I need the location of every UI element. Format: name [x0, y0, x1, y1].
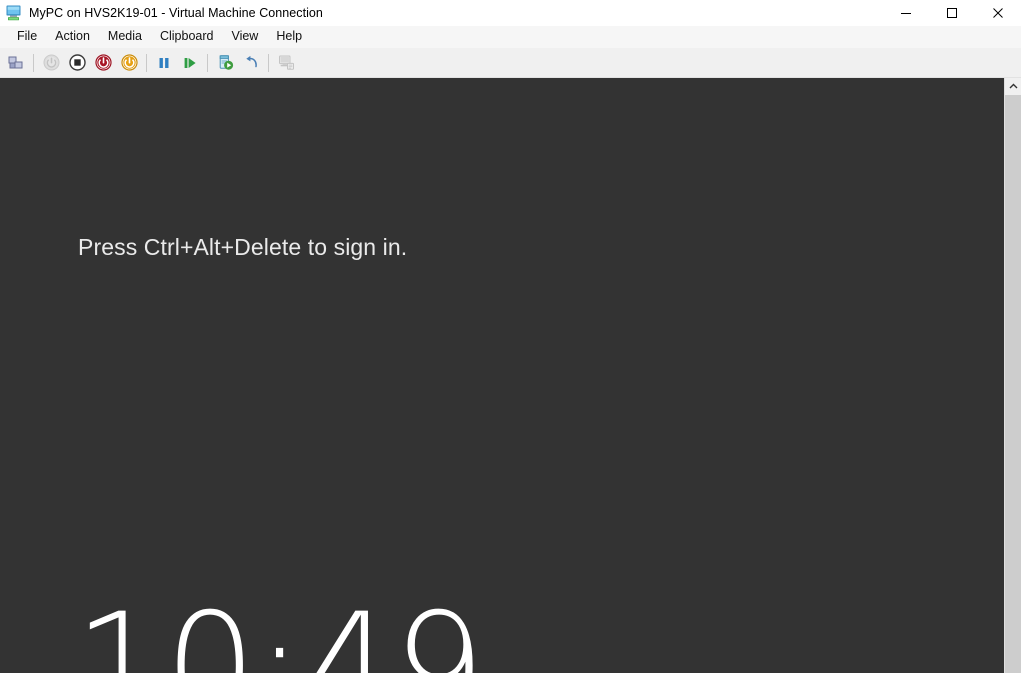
resume-button[interactable]: [178, 51, 202, 75]
maximize-button[interactable]: [929, 0, 975, 26]
menu-file[interactable]: File: [8, 28, 46, 46]
minimize-button[interactable]: [883, 0, 929, 26]
menu-action[interactable]: Action: [46, 28, 99, 46]
shutdown-icon: [43, 54, 60, 71]
pause-button[interactable]: [152, 51, 176, 75]
lock-screen-clock: 10:49: [74, 582, 485, 673]
scrollbar-thumb[interactable]: [1005, 95, 1021, 673]
toolbar-separator: [207, 53, 208, 72]
turn-off-button[interactable]: [65, 51, 89, 75]
toolbar-separator: [146, 53, 147, 72]
menu-media[interactable]: Media: [99, 28, 151, 46]
vertical-scrollbar[interactable]: [1004, 78, 1021, 673]
menu-clipboard[interactable]: Clipboard: [151, 28, 223, 46]
resume-icon: [182, 55, 198, 71]
virtual-machine-monitor-icon: [5, 4, 23, 22]
reset-icon: [94, 54, 112, 71]
menu-view[interactable]: View: [222, 28, 267, 46]
checkpoint-icon: [217, 54, 234, 71]
menubar: File Action Media Clipboard View Help: [0, 26, 1021, 48]
toolbar: [0, 48, 1021, 78]
vmconnect-window: MyPC on HVS2K19-01 - Virtual Machine Con…: [0, 0, 1021, 673]
close-button[interactable]: [975, 0, 1021, 26]
pause-icon: [156, 55, 172, 71]
sign-in-prompt: Press Ctrl+Alt+Delete to sign in.: [78, 234, 408, 260]
enhanced-session-icon: [278, 54, 295, 71]
enhanced-session-button[interactable]: [274, 51, 298, 75]
window-title: MyPC on HVS2K19-01 - Virtual Machine Con…: [29, 6, 323, 20]
scroll-up-arrow[interactable]: [1005, 78, 1021, 95]
ctrl-alt-delete-icon: [7, 54, 25, 72]
vm-area: Press Ctrl+Alt+Delete to sign in. 10:49: [0, 78, 1021, 673]
menu-help[interactable]: Help: [267, 28, 311, 46]
scrollbar-track[interactable]: [1005, 95, 1021, 673]
start-icon: [120, 54, 138, 71]
start-button[interactable]: [117, 51, 141, 75]
reset-button[interactable]: [91, 51, 115, 75]
toolbar-separator: [268, 53, 269, 72]
shutdown-button[interactable]: [39, 51, 63, 75]
checkpoint-button[interactable]: [213, 51, 237, 75]
titlebar: MyPC on HVS2K19-01 - Virtual Machine Con…: [0, 0, 1021, 26]
revert-icon: [243, 54, 260, 71]
toolbar-separator: [33, 53, 34, 72]
turn-off-icon: [68, 54, 86, 71]
window-controls: [883, 0, 1021, 26]
ctrl-alt-delete-button[interactable]: [4, 51, 28, 75]
revert-button[interactable]: [239, 51, 263, 75]
vm-screen[interactable]: Press Ctrl+Alt+Delete to sign in. 10:49: [0, 78, 1004, 673]
